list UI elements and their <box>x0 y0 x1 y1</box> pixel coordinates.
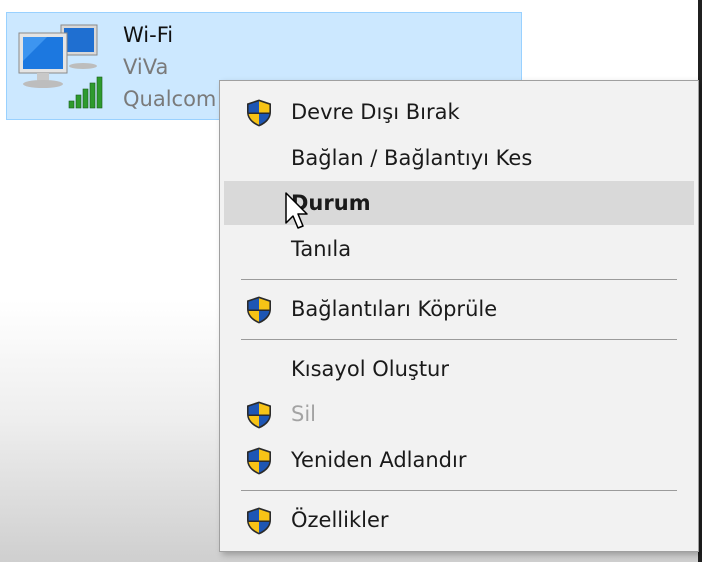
menu-item-label: Sil <box>291 402 316 426</box>
menu-item-properties[interactable]: Özellikler <box>224 498 694 542</box>
menu-item-delete: Sil <box>224 392 694 436</box>
menu-item-label: Kısayol Oluştur <box>291 357 449 381</box>
network-adapter-icon <box>18 24 103 109</box>
menu-separator <box>241 490 677 491</box>
menu-item-label: Devre Dışı Bırak <box>291 100 460 124</box>
uac-shield-icon <box>244 446 274 476</box>
menu-separator <box>241 339 677 340</box>
menu-item-connect-disconnect[interactable]: Bağlan / Bağlantıyı Kes <box>224 136 694 180</box>
uac-shield-icon <box>244 400 274 430</box>
uac-shield-icon <box>244 295 274 325</box>
menu-item-bridge-connections[interactable]: Bağlantıları Köprüle <box>224 287 694 331</box>
adapter-name: Wi-Fi <box>123 23 174 47</box>
menu-item-label: Yeniden Adlandır <box>291 448 467 472</box>
menu-item-label: Bağlan / Bağlantıyı Kes <box>291 146 533 170</box>
menu-separator <box>241 279 677 280</box>
wifi-signal-bars-icon <box>68 76 103 109</box>
context-menu: Devre Dışı Bırak Bağlan / Bağlantıyı Kes… <box>219 80 699 552</box>
menu-item-label: Tanıla <box>291 237 352 261</box>
menu-item-rename[interactable]: Yeniden Adlandır <box>224 438 694 482</box>
menu-item-label: Bağlantıları Köprüle <box>291 297 498 321</box>
menu-item-diagnose[interactable]: Tanıla <box>224 227 694 271</box>
menu-item-disable[interactable]: Devre Dışı Bırak <box>224 90 694 134</box>
uac-shield-icon <box>244 98 274 128</box>
adapter-network-name: ViVa <box>123 55 169 79</box>
uac-shield-icon <box>244 506 274 536</box>
menu-item-label: Özellikler <box>291 508 389 532</box>
menu-item-create-shortcut[interactable]: Kısayol Oluştur <box>224 347 694 391</box>
mouse-cursor-icon <box>285 192 308 229</box>
